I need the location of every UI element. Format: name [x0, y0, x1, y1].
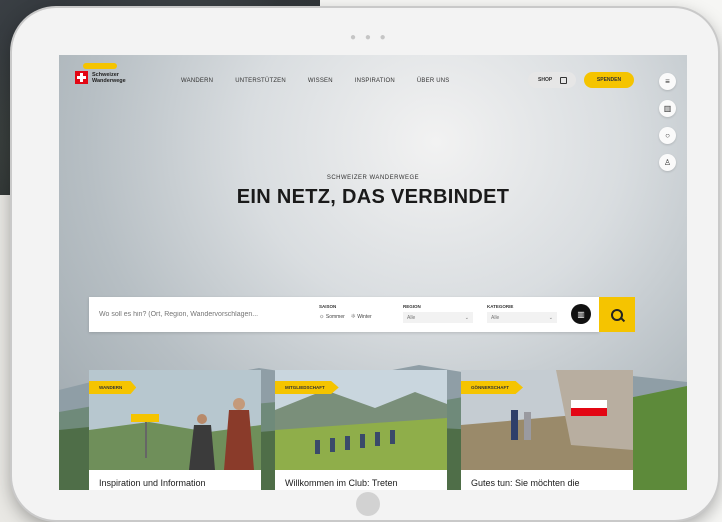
nav-link-wandern[interactable]: WANDERN: [181, 78, 213, 84]
site-logo[interactable]: Schweizer Wanderwege: [75, 63, 142, 84]
chevron-down-icon: ⌄: [548, 314, 553, 321]
nav-link-wissen[interactable]: WISSEN: [308, 78, 333, 84]
category-filter: KATEGORIE Alle ⌄: [487, 304, 557, 323]
tablet-screen: Schweizer Wanderwege WANDERN UNTERSTÜTZE…: [59, 55, 687, 490]
snowflake-icon: ❄: [350, 314, 356, 320]
search-icon: ○: [665, 131, 670, 140]
nav-link-ueber-uns[interactable]: ÜBER UNS: [417, 78, 450, 84]
search-input[interactable]: [89, 297, 307, 332]
chevron-down-icon: ⌄: [464, 314, 469, 321]
card-title-goennerschaft: Gutes tun: Sie möchten die: [471, 478, 580, 488]
swiss-flag-icon: [75, 71, 88, 84]
menu-icon: ≡: [665, 77, 670, 86]
menu-button[interactable]: ≡: [659, 73, 676, 90]
logo-text-line2: Wanderwege: [92, 77, 126, 84]
region-select[interactable]: Alle ⌄: [403, 312, 473, 323]
camera-dots: ● ● ●: [350, 32, 389, 43]
card-wandern[interactable]: WANDERN Inspiration und Information: [89, 370, 261, 490]
account-button[interactable]: ♙: [659, 154, 676, 171]
logo-signpost-bar: [83, 63, 117, 69]
card-title-wandern: Inspiration und Information: [99, 478, 206, 488]
search-icon: [611, 308, 623, 321]
map-view-button[interactable]: ▥: [571, 304, 591, 324]
map-icon: ▥: [577, 309, 585, 319]
sun-icon: ☼: [319, 313, 325, 320]
tablet-home-button[interactable]: [356, 492, 380, 516]
search-toggle-button[interactable]: ○: [659, 127, 676, 144]
map-icon: ▥: [663, 104, 672, 113]
season-summer-option[interactable]: ☼ Sommer: [319, 314, 345, 320]
hero-headline: EIN NETZ, DAS VERBINDET: [236, 186, 510, 208]
search-submit-button[interactable]: [599, 297, 635, 332]
season-filter: SAISON ☼ Sommer ❄ Winter: [319, 304, 372, 320]
main-nav: WANDERN UNTERSTÜTZEN WISSEN INSPIRATION …: [181, 78, 472, 84]
category-label: KATEGORIE: [487, 304, 514, 309]
user-icon: ♙: [663, 158, 672, 167]
logo-text: Schweizer Wanderwege: [92, 72, 142, 84]
season-label: SAISON: [319, 304, 337, 309]
category-value: Alle: [491, 314, 500, 321]
shop-label: SHOP: [538, 77, 553, 83]
hero-eyebrow: SCHWEIZER WANDERWEGE: [326, 175, 420, 181]
card-tag-wandern: WANDERN: [89, 381, 137, 394]
nav-link-unterstuetzen[interactable]: UNTERSTÜTZEN: [235, 78, 286, 84]
card-title-mitgliedschaft: Willkommen im Club: Treten: [285, 478, 398, 488]
season-winter-label: Winter: [357, 314, 372, 320]
region-value: Alle: [407, 314, 416, 321]
map-button[interactable]: ▥: [659, 100, 676, 117]
season-winter-option[interactable]: ❄ Winter: [351, 313, 372, 320]
hike-search-bar: SAISON ☼ Sommer ❄ Winter REGION Alle ⌄ K…: [89, 297, 599, 332]
season-summer-label: Sommer: [325, 313, 345, 320]
shop-button[interactable]: SHOP: [528, 72, 576, 88]
category-select[interactable]: Alle ⌄: [487, 312, 557, 323]
nav-link-inspiration[interactable]: INSPIRATION: [355, 78, 395, 84]
card-tag-mitgliedschaft: MITGLIEDSCHAFT: [275, 381, 339, 394]
region-label: REGION: [403, 304, 421, 309]
tablet-frame: ● ● ● Schweizer Wanderwege WANDERN UNTER…: [12, 8, 718, 520]
card-tag-goennerschaft: GÖNNERSCHAFT: [461, 381, 523, 394]
card-mitgliedschaft[interactable]: MITGLIEDSCHAFT Willkommen im Club: Trete…: [275, 370, 447, 490]
donate-button[interactable]: SPENDEN: [584, 72, 634, 88]
shopping-bag-icon: [560, 76, 568, 84]
card-goennerschaft[interactable]: GÖNNERSCHAFT Gutes tun: Sie möchten die: [461, 370, 633, 490]
region-filter: REGION Alle ⌄: [403, 304, 473, 323]
